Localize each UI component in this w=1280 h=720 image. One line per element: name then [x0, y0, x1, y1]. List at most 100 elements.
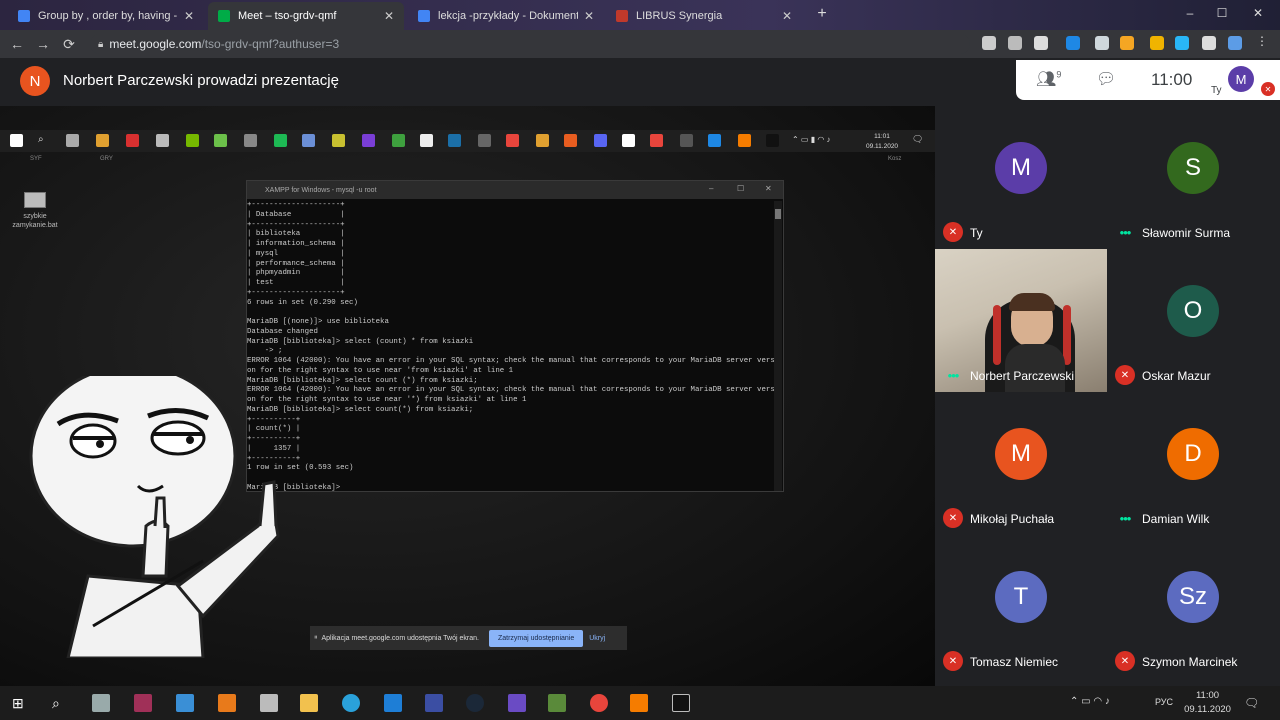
steam-icon[interactable]	[466, 694, 484, 712]
remote-tray-icons[interactable]: ⌃ ▭ ▮ ◠ ♪	[792, 135, 831, 144]
star-icon[interactable]	[1034, 36, 1048, 50]
translate-icon[interactable]	[1008, 36, 1022, 50]
winrar-icon[interactable]	[134, 694, 152, 712]
profile-icon[interactable]	[1228, 36, 1242, 50]
remote-taskbar-app-icon[interactable]	[186, 134, 199, 147]
remote-taskbar-app-icon[interactable]	[302, 134, 315, 147]
maximize-icon[interactable]: ☐	[737, 184, 744, 193]
terminal-scrollbar[interactable]	[774, 201, 782, 491]
taskbar-app-1-icon[interactable]	[92, 694, 110, 712]
remote-taskbar-app-icon[interactable]	[506, 134, 519, 147]
file-explorer-icon[interactable]	[300, 694, 318, 712]
forward-icon[interactable]: →	[30, 36, 56, 52]
language-indicator[interactable]: РУС	[1155, 697, 1173, 707]
participant-tile[interactable]: S ••• Sławomir Surma	[1107, 106, 1279, 249]
taskbar-clock[interactable]: 11:00 09.11.2020	[1180, 689, 1235, 717]
close-tab-icon[interactable]: ✕	[782, 9, 792, 23]
remote-taskbar-app-icon[interactable]	[274, 134, 287, 147]
remote-taskbar-app-icon[interactable]	[448, 134, 461, 147]
window-close-icon[interactable]: ✕	[1236, 0, 1280, 26]
windows-taskbar: ⊞ ⌕ ⌃ ▭ ◠ ♪ РУС 11:00 09.11.2020 🗨︎	[0, 686, 1280, 720]
new-tab-button[interactable]: +	[812, 4, 832, 24]
browser-menu-icon[interactable]: ⋮	[1256, 34, 1268, 48]
remote-taskbar-app-icon[interactable]	[214, 134, 227, 147]
remote-taskbar-app-icon[interactable]	[96, 134, 109, 147]
browser-tab[interactable]: lekcja -przykłady - Dokumenty G ✕	[408, 2, 604, 30]
puzzle-icon[interactable]	[1202, 36, 1216, 50]
participant-tile[interactable]: M ✕ Ty	[935, 106, 1107, 249]
system-tray-icons[interactable]: ⌃ ▭ ◠ ♪	[1070, 696, 1110, 707]
meme-figure-image	[29, 376, 280, 658]
participant-tile[interactable]: Sz ✕ Szymon Marcinek	[1107, 535, 1279, 678]
people-icon[interactable]: 👥︎9	[1036, 69, 1061, 89]
participant-tile[interactable]: T ✕ Tomasz Niemiec	[935, 535, 1107, 678]
extension-2-icon[interactable]	[1095, 36, 1109, 50]
windows-start-icon[interactable]: ⊞	[12, 694, 30, 712]
xampp-icon[interactable]	[630, 694, 648, 712]
stop-sharing-button[interactable]: Zatrzymaj udostępnianie	[488, 629, 584, 647]
chat-icon[interactable]: 💬︎	[1096, 69, 1116, 89]
remote-taskbar-app-icon[interactable]	[126, 134, 139, 147]
sublime-icon[interactable]	[218, 694, 236, 712]
extension-3-icon[interactable]	[1120, 36, 1134, 50]
remote-taskbar-app-icon[interactable]	[564, 134, 577, 147]
remote-taskbar-app-icon[interactable]	[738, 134, 751, 147]
remote-notification-icon[interactable]: 🗨︎	[912, 134, 923, 145]
participant-avatar: M	[995, 142, 1047, 194]
remote-taskbar-app-icon[interactable]	[622, 134, 635, 147]
terminal-window[interactable]: XAMPP for Windows - mysql -u root – ☐ ✕ …	[246, 180, 784, 492]
notepad-icon[interactable]	[260, 694, 278, 712]
remote-taskbar-app-icon[interactable]	[478, 134, 491, 147]
remote-taskbar-app-icon[interactable]	[708, 134, 721, 147]
close-tab-icon[interactable]: ✕	[184, 9, 194, 23]
taskbar-app-3-icon[interactable]	[176, 694, 194, 712]
terminal-line: | count(*) |	[247, 425, 301, 434]
taskbar-app-12-icon[interactable]	[508, 694, 526, 712]
drag-handle-icon[interactable]: ⏸︎	[314, 634, 318, 642]
remote-taskbar-app-icon[interactable]	[650, 134, 663, 147]
remote-taskbar-app-icon[interactable]	[332, 134, 345, 147]
remote-taskbar-app-icon[interactable]	[362, 134, 375, 147]
remote-taskbar-app-icon[interactable]	[766, 134, 779, 147]
minimize-icon[interactable]: –	[709, 184, 713, 193]
participant-tile[interactable]: D ••• Damian Wilk	[1107, 392, 1279, 535]
extension-new-icon[interactable]	[1066, 36, 1080, 50]
participant-tile[interactable]: M ✕ Mikołaj Puchała	[935, 392, 1107, 535]
browser-tab[interactable]: LIBRUS Synergia ✕	[606, 2, 802, 30]
hide-button[interactable]: Ukryj	[589, 635, 605, 642]
extension-5-icon[interactable]	[1175, 36, 1189, 50]
close-tab-icon[interactable]: ✕	[584, 9, 594, 23]
remote-taskbar-app-icon[interactable]: ⌕	[38, 134, 51, 147]
remote-taskbar-app-icon[interactable]	[594, 134, 607, 147]
remote-taskbar-app-icon[interactable]	[680, 134, 693, 147]
browser-tab[interactable]: Group by , order by, having - po ✕	[8, 2, 204, 30]
address-bar[interactable]: 🔒︎ meet.google.com/tso-grdv-qmf?authuser…	[90, 34, 970, 54]
terminal-icon[interactable]	[672, 694, 690, 712]
back-icon[interactable]: ←	[4, 36, 30, 52]
notification-icon[interactable]: 🗨︎	[1244, 694, 1262, 712]
remote-taskbar-app-icon[interactable]	[420, 134, 433, 147]
terminal-line: ERROR 1064 (42000): You have an error in…	[247, 357, 780, 365]
telegram-icon[interactable]	[342, 694, 360, 712]
remote-taskbar-app-icon[interactable]	[392, 134, 405, 147]
remote-taskbar-app-icon[interactable]	[66, 134, 79, 147]
close-tab-icon[interactable]: ✕	[384, 9, 394, 23]
browser-tab[interactable]: Meet – tso-grdv-qmf ✕	[208, 2, 404, 30]
close-icon[interactable]: ✕	[765, 184, 772, 193]
reload-icon[interactable]: ⟳	[56, 36, 82, 53]
search-icon[interactable]: ⌕	[52, 694, 70, 712]
participant-tile[interactable]: O ✕ Oskar Mazur	[1107, 249, 1279, 392]
camera-icon[interactable]	[982, 36, 996, 50]
remote-taskbar-app-icon[interactable]	[536, 134, 549, 147]
bat-file-icon[interactable]	[24, 192, 46, 208]
devcpp-icon[interactable]	[425, 694, 443, 712]
extension-off-icon[interactable]	[1150, 36, 1164, 50]
mail-icon[interactable]	[384, 694, 402, 712]
participant-tile[interactable]: ••• Norbert Parczewski	[935, 249, 1107, 392]
chrome-icon[interactable]	[590, 694, 608, 712]
remote-taskbar-app-icon[interactable]	[156, 134, 169, 147]
minecraft-icon[interactable]	[548, 694, 566, 712]
remote-taskbar-app-icon[interactable]	[10, 134, 23, 147]
terminal-line: +----------+	[247, 435, 301, 443]
remote-taskbar-app-icon[interactable]	[244, 134, 257, 147]
